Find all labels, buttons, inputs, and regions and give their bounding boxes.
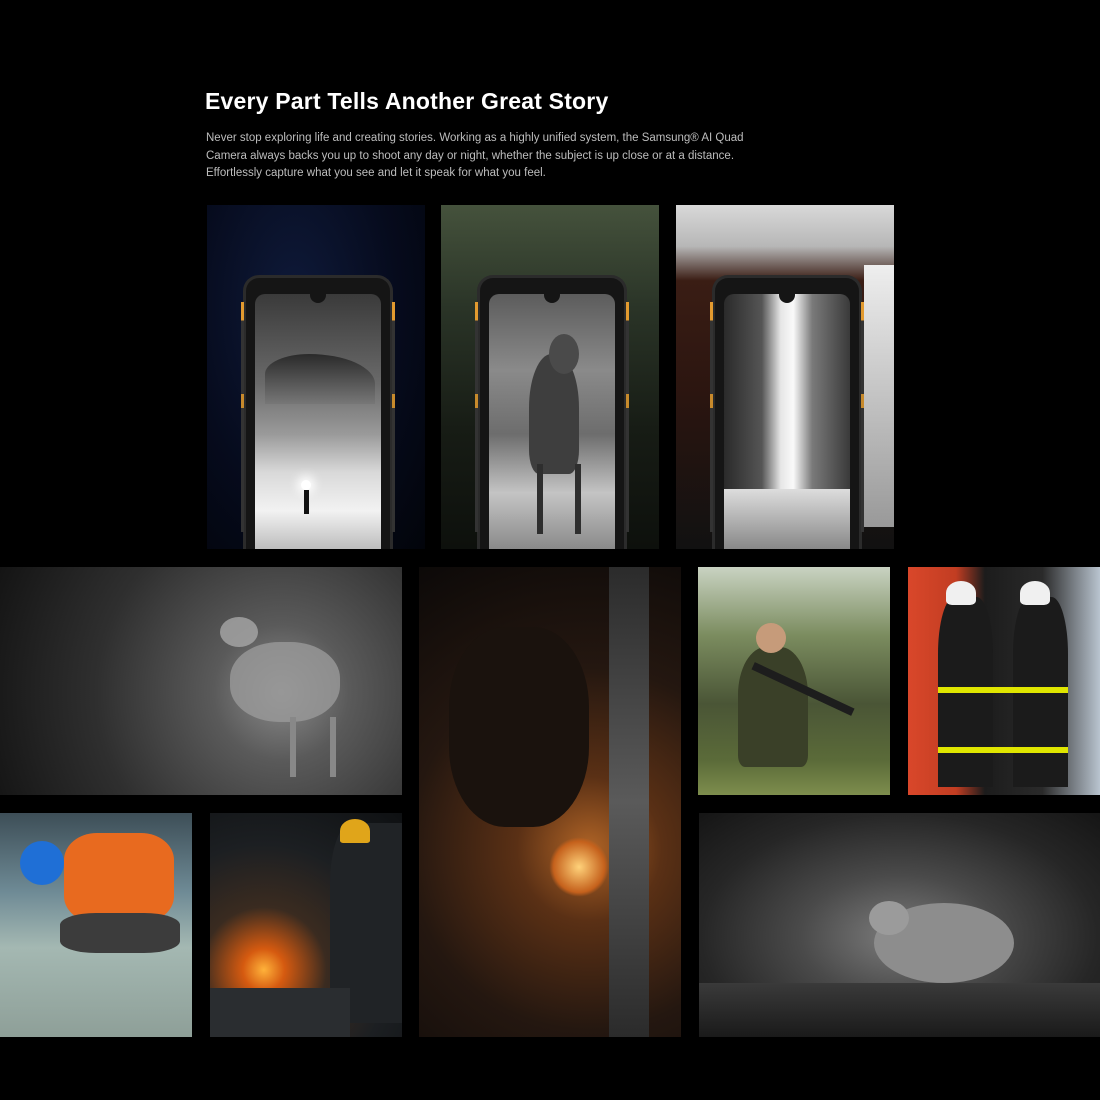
phone-frame [710, 275, 864, 549]
photo-night-vision-deer [0, 567, 402, 795]
photo-night-vision-bird [699, 813, 1100, 1037]
phone-frame [241, 275, 395, 549]
photo-blacksmith-forge [210, 813, 402, 1037]
phone-screen-deer [489, 294, 615, 549]
photo-angle-grinder-sparks [419, 567, 681, 1037]
phone-panel-waterfall [676, 205, 894, 549]
page-title: Every Part Tells Another Great Story [205, 88, 609, 114]
phone-screen-waterfall [724, 294, 850, 549]
camera-notch [544, 294, 560, 303]
phone-screen-night-village [255, 294, 381, 549]
phone-frame [475, 275, 629, 549]
photo-firefighters [908, 567, 1100, 795]
camera-notch [310, 294, 326, 303]
phone-panel-deer [441, 205, 659, 549]
phone-panel-night [207, 205, 425, 549]
photo-soldier-in-forest [698, 567, 890, 795]
camera-notch [779, 294, 795, 303]
page-description: Never stop exploring life and creating s… [206, 132, 744, 179]
photo-construction-worker [0, 813, 192, 1037]
